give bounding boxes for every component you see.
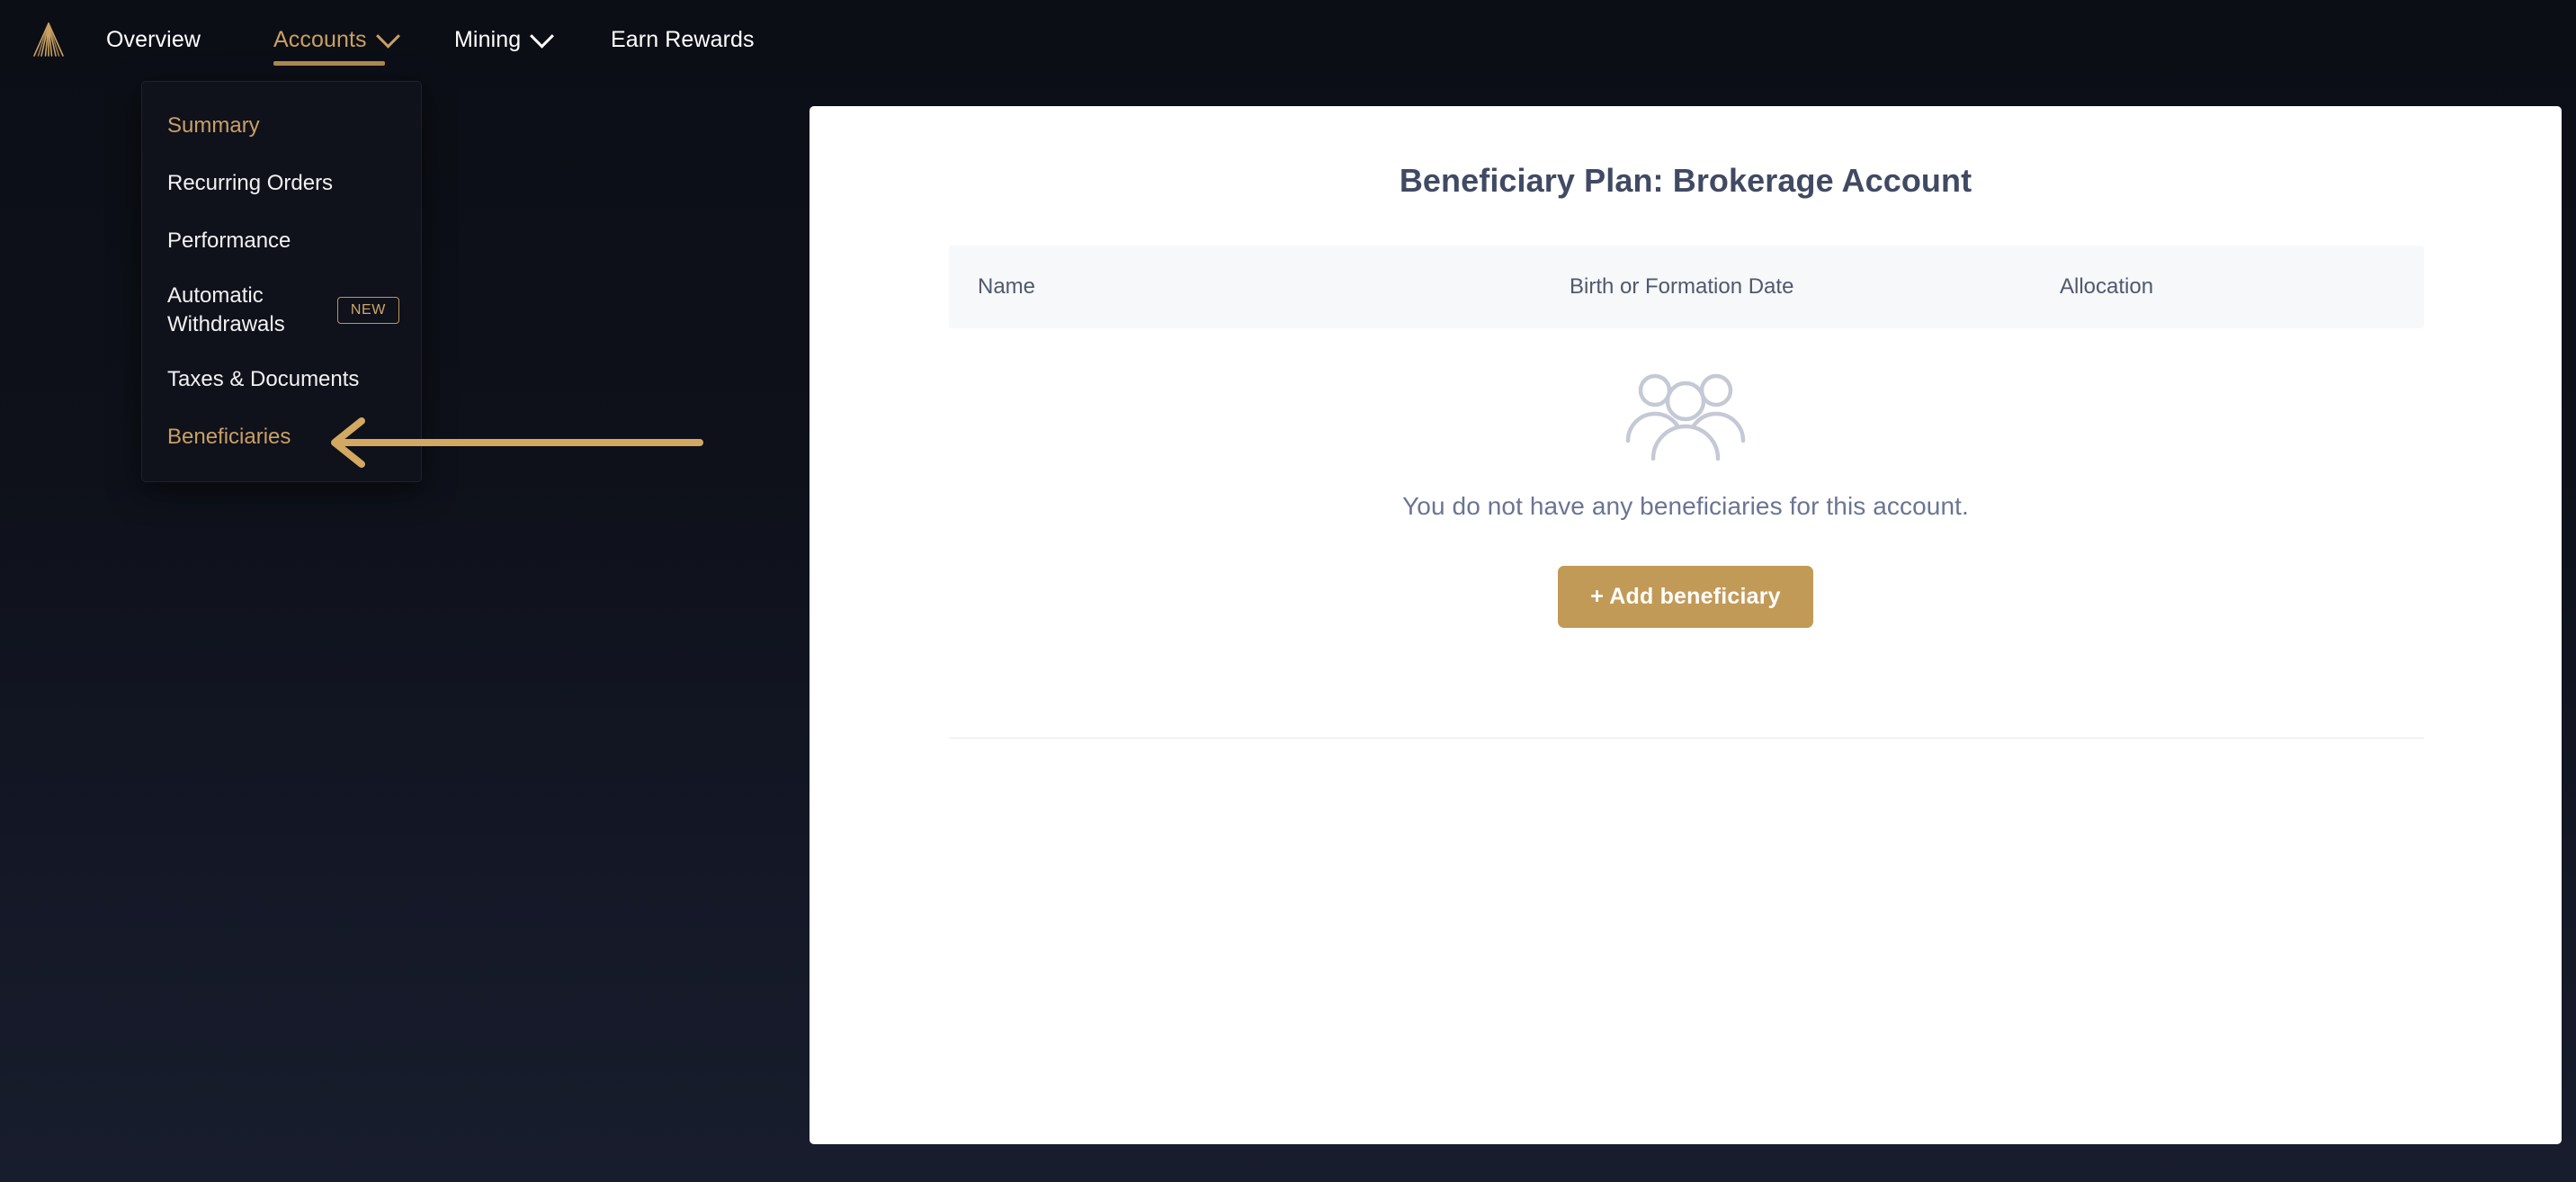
nav-item-overview-label: Overview — [106, 26, 201, 52]
nav-item-accounts[interactable]: Accounts — [273, 22, 400, 58]
dropdown-item-taxes-and-documents-label: Taxes & Documents — [167, 366, 360, 391]
dropdown-item-recurring-orders[interactable]: Recurring Orders — [142, 163, 421, 204]
group-of-people-icon — [1615, 367, 1756, 465]
dropdown-spacer — [142, 204, 421, 220]
add-beneficiary-button[interactable]: + Add beneficiary — [1558, 566, 1813, 628]
dropdown-item-taxes-and-documents[interactable]: Taxes & Documents — [142, 359, 421, 400]
chevron-down-icon — [530, 23, 555, 49]
dropdown-item-automatic-withdrawals-label: Automatic Withdrawals — [167, 282, 285, 336]
dropdown-item-performance-label: Performance — [167, 228, 291, 253]
dropdown-spacer — [142, 147, 421, 163]
dropdown-spacer — [142, 262, 421, 278]
page-title: Beneficiary Plan: Brokerage Account — [1399, 162, 1972, 199]
column-header-birth-date: Birth or Formation Date — [1570, 274, 1794, 299]
nav-item-earn-rewards[interactable]: Earn Rewards — [611, 22, 755, 58]
dropdown-item-beneficiaries[interactable]: Beneficiaries — [142, 416, 421, 458]
dropdown-spacer — [142, 343, 421, 359]
section-divider — [949, 738, 2424, 739]
beneficiary-plan-card: Beneficiary Plan: Brokerage Account Name… — [809, 106, 2562, 1144]
pyramid-logo-icon[interactable] — [23, 14, 74, 65]
dropdown-spacer — [142, 400, 421, 416]
new-badge: NEW — [336, 297, 399, 324]
dropdown-item-performance[interactable]: Performance — [142, 220, 421, 262]
nav-item-overview[interactable]: Overview — [106, 22, 201, 58]
dropdown-item-automatic-withdrawals[interactable]: Automatic Withdrawals NEW — [142, 278, 421, 343]
chevron-down-icon — [375, 23, 400, 49]
dropdown-item-beneficiaries-label: Beneficiaries — [167, 424, 291, 449]
nav-item-mining-label: Mining — [454, 26, 522, 52]
active-tab-underline — [273, 61, 385, 66]
accounts-dropdown-menu: Summary Recurring Orders Performance Aut… — [141, 81, 422, 482]
top-navigation-bar: Overview Accounts Mining Earn Rewards — [0, 0, 2576, 79]
empty-state: You do not have any beneficiaries for th… — [809, 367, 2562, 628]
dropdown-item-recurring-orders-label: Recurring Orders — [167, 170, 334, 195]
dropdown-item-summary[interactable]: Summary — [142, 105, 421, 147]
column-header-allocation: Allocation — [2060, 274, 2154, 299]
column-header-name: Name — [978, 274, 1036, 299]
dropdown-item-summary-label: Summary — [167, 112, 260, 138]
nav-item-mining[interactable]: Mining — [454, 22, 555, 58]
nav-item-accounts-label: Accounts — [273, 26, 367, 52]
empty-state-message: You do not have any beneficiaries for th… — [1402, 492, 1969, 520]
nav-item-earn-rewards-label: Earn Rewards — [611, 26, 755, 52]
beneficiaries-table-header: Name Birth or Formation Date Allocation — [949, 246, 2424, 328]
